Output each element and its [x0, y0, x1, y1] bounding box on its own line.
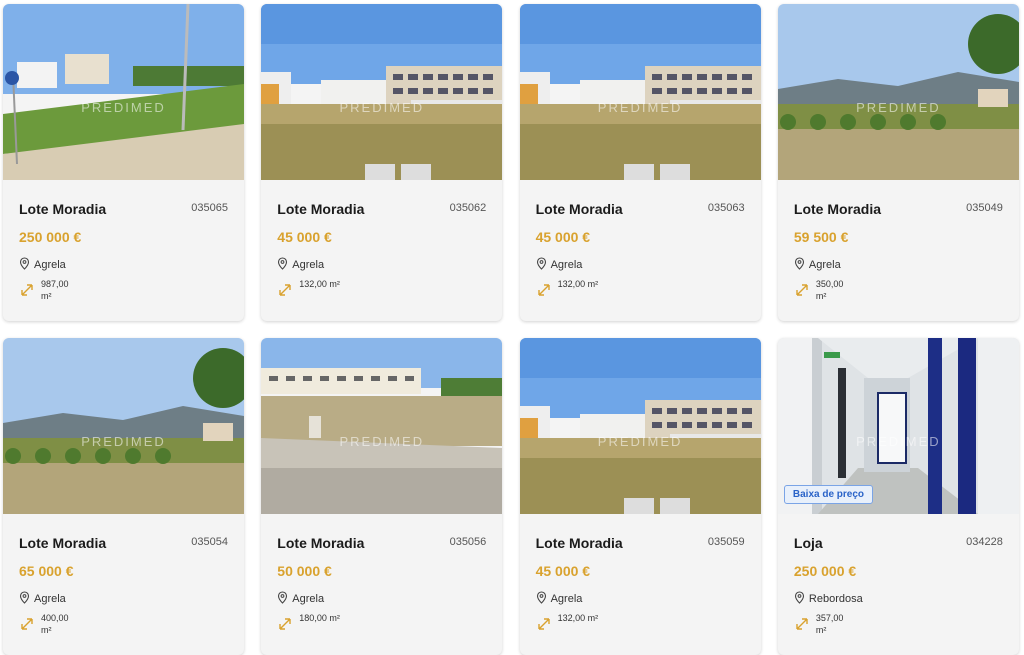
listing-location: Agrela	[277, 591, 324, 607]
listing-price: 59 500 €	[793, 229, 849, 245]
listing-location: Agrela	[794, 257, 841, 273]
area-expand-icon	[277, 282, 293, 298]
listing-title[interactable]: Lote Moradia	[277, 201, 364, 217]
listing-title[interactable]: Lote Moradia	[794, 201, 881, 217]
location-pin-icon	[536, 257, 547, 273]
area-expand-icon	[794, 616, 810, 632]
listing-title[interactable]: Lote Moradia	[536, 535, 623, 551]
listing-title[interactable]: Lote Moradia	[277, 535, 364, 551]
listing-card[interactable]: PREDIMED Lote Moradia 035054 65 000 € Ag…	[3, 338, 244, 655]
location-label: Rebordosa	[808, 593, 863, 605]
listing-area: 132,00 m²	[277, 278, 340, 298]
area-expand-icon	[277, 616, 293, 632]
area-expand-icon	[536, 616, 552, 632]
listing-reference: 035062	[449, 202, 487, 214]
location-pin-icon	[277, 591, 288, 607]
listing-price: 250 000 €	[793, 563, 857, 579]
listing-area: 132,00 m²	[536, 612, 599, 632]
area-value: 132,00 m²	[557, 613, 599, 623]
listing-location: Agrela	[277, 257, 324, 273]
listing-photo[interactable]: PREDIMED	[3, 4, 244, 180]
listing-reference: 035056	[449, 536, 487, 548]
area-value: 132,00 m²	[557, 279, 599, 289]
listing-reference: 034228	[966, 536, 1003, 548]
listing-card[interactable]: PREDIMED Lote Moradia 035062 45 000 € Ag…	[261, 4, 503, 321]
location-label: Agrela	[808, 259, 841, 271]
watermark-logo: PREDIMED	[339, 434, 425, 449]
location-label: Agrela	[550, 593, 583, 605]
listing-reference: 035049	[966, 202, 1003, 214]
listing-location: Agrela	[536, 257, 583, 273]
watermark-logo: PREDIMED	[81, 100, 166, 115]
listing-area: 987,00 m²	[19, 278, 75, 302]
location-pin-icon	[19, 257, 30, 273]
listing-title[interactable]: Lote Moradia	[19, 535, 106, 551]
listing-price: 250 000 €	[19, 229, 82, 245]
listing-photo[interactable]: PREDIMED	[3, 338, 244, 514]
watermark-logo: PREDIMED	[597, 100, 683, 115]
listing-photo[interactable]: PREDIMED	[519, 338, 761, 514]
area-value: 987,00 m²	[41, 279, 69, 301]
listing-price: 65 000 €	[19, 563, 74, 579]
location-pin-icon	[277, 257, 288, 273]
area-value: 357,00 m²	[815, 613, 844, 635]
listing-price: 50 000 €	[277, 563, 332, 579]
listing-price: 45 000 €	[535, 229, 591, 245]
area-expand-icon	[794, 282, 810, 298]
listing-price: 45 000 €	[277, 229, 332, 245]
watermark-logo: PREDIMED	[339, 100, 425, 115]
location-label: Agrela	[34, 593, 66, 605]
area-value: 180,00 m²	[299, 613, 340, 623]
price-drop-badge: Baixa de preço	[783, 485, 874, 504]
listing-photo[interactable]: PREDIMED	[261, 338, 503, 514]
area-value: 400,00 m²	[41, 613, 69, 635]
listing-reference: 035063	[707, 202, 745, 214]
watermark-logo: PREDIMED	[597, 434, 683, 449]
watermark-logo: PREDIMED	[856, 434, 941, 449]
location-pin-icon	[794, 591, 805, 607]
location-pin-icon	[536, 591, 547, 607]
area-value: 350,00 m²	[815, 279, 844, 301]
listing-card[interactable]: PREDIMED Lote Moradia 035059 45 000 € Ag…	[519, 338, 761, 655]
listing-photo[interactable]: PREDIMED	[261, 4, 503, 180]
listing-location: Agrela	[536, 591, 583, 607]
listing-reference: 035054	[191, 536, 228, 548]
listing-location: Rebordosa	[794, 591, 863, 607]
listing-location: Agrela	[19, 257, 66, 273]
area-expand-icon	[19, 616, 35, 632]
listing-grid: PREDIMED Lote Moradia 035065 250 000 € A…	[3, 4, 1021, 655]
listing-card[interactable]: PREDIMED Lote Moradia 035056 50 000 € Ag…	[261, 338, 503, 655]
listing-title[interactable]: Lote Moradia	[19, 201, 106, 217]
location-label: Agrela	[292, 259, 325, 271]
location-pin-icon	[794, 257, 805, 273]
listing-title[interactable]: Lote Moradia	[536, 201, 623, 217]
listing-area: 180,00 m²	[277, 612, 340, 632]
listing-card[interactable]: PREDIMED Lote Moradia 035065 250 000 € A…	[3, 4, 244, 321]
listing-price: 45 000 €	[535, 563, 591, 579]
location-label: Agrela	[550, 259, 583, 271]
listing-title[interactable]: Loja	[794, 535, 823, 551]
listing-card[interactable]: PREDIMED Lote Moradia 035063 45 000 € Ag…	[519, 4, 761, 321]
listing-photo[interactable]: PREDIMED	[519, 4, 761, 180]
listing-area: 132,00 m²	[536, 278, 599, 298]
listing-area: 350,00 m²	[794, 278, 850, 302]
location-label: Agrela	[34, 259, 66, 271]
listing-reference: 035065	[191, 202, 228, 214]
watermark-logo: PREDIMED	[81, 434, 166, 449]
area-expand-icon	[19, 282, 35, 298]
listing-photo[interactable]: PREDIMED	[777, 4, 1019, 180]
listing-location: Agrela	[19, 591, 66, 607]
area-expand-icon	[536, 282, 552, 298]
watermark-logo: PREDIMED	[856, 100, 941, 115]
listing-area: 400,00 m²	[19, 612, 75, 636]
listing-photo[interactable]: PREDIMED Baixa de preço	[777, 338, 1019, 514]
listing-card[interactable]: PREDIMED Baixa de preço Loja 034228 250 …	[777, 338, 1019, 655]
listing-area: 357,00 m²	[794, 612, 850, 636]
listing-reference: 035059	[707, 536, 745, 548]
location-pin-icon	[19, 591, 30, 607]
location-label: Agrela	[292, 593, 325, 605]
area-value: 132,00 m²	[299, 279, 340, 289]
listing-card[interactable]: PREDIMED Lote Moradia 035049 59 500 € Ag…	[777, 4, 1019, 321]
